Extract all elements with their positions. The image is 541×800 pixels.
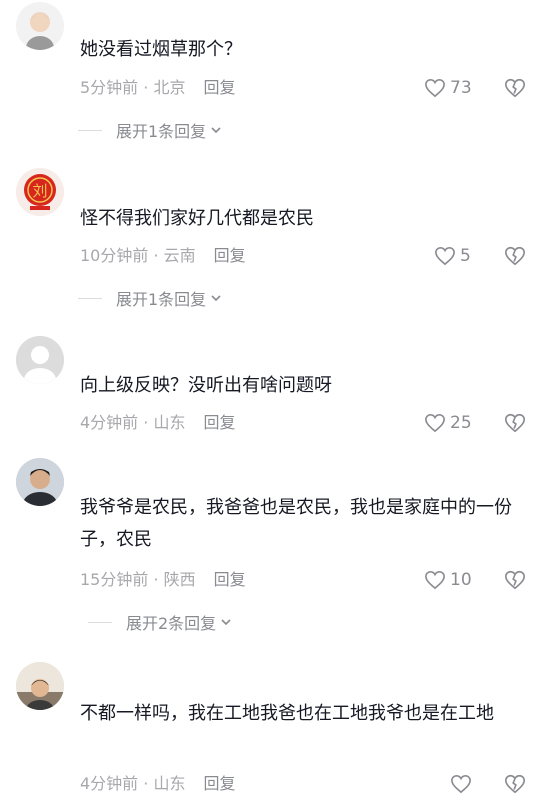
comment-text: 怪不得我们家好几代都是农民 <box>80 208 314 229</box>
like-count: 10 <box>450 570 472 590</box>
broken-heart-icon[interactable] <box>504 77 526 99</box>
expand-replies-label: 展开2条回复 <box>126 614 217 633</box>
chevron-down-icon <box>221 619 231 626</box>
like-button[interactable] <box>450 770 476 798</box>
comment-meta: 15分钟前 · 陕西 回复 <box>80 566 246 594</box>
heart-outline-icon <box>425 570 445 590</box>
expand-replies-button[interactable]: 展开1条回复 <box>78 286 222 310</box>
expand-replies-button[interactable]: 展开2条回复 <box>88 610 232 634</box>
expand-replies-label: 展开1条回复 <box>116 122 207 141</box>
broken-heart-icon[interactable] <box>504 412 526 434</box>
like-button[interactable]: 5 <box>434 242 471 270</box>
reply-button[interactable]: 回复 <box>203 78 235 97</box>
comment-text: 向上级反映？没听出有啥问题呀 <box>80 375 332 396</box>
avatar[interactable] <box>16 458 64 506</box>
divider <box>88 621 112 623</box>
comment-text: 不都一样吗，我在工地我爸也在工地我爷也是在工地 <box>80 703 494 724</box>
avatar[interactable] <box>16 662 64 710</box>
comment-time-location: 4分钟前 · 山东 <box>80 774 186 793</box>
avatar-glyph: 刘 <box>32 182 47 200</box>
like-count: 73 <box>450 78 472 98</box>
expand-replies-button[interactable]: 展开1条回复 <box>78 118 222 142</box>
reply-button[interactable]: 回复 <box>203 413 235 432</box>
divider <box>78 129 102 131</box>
comment-text: 我爷爷是农民，我爸爸也是农民，我也是家庭中的一份子，农民 <box>80 497 512 550</box>
reply-button[interactable]: 回复 <box>214 570 246 589</box>
comment-meta: 4分钟前 · 山东 回复 <box>80 770 235 798</box>
reply-button[interactable]: 回复 <box>203 774 235 793</box>
chevron-down-icon <box>211 127 221 134</box>
avatar[interactable] <box>16 2 64 50</box>
avatar[interactable] <box>16 336 64 384</box>
comment-text: 她没看过烟草那个？ <box>80 39 242 60</box>
like-count: 25 <box>450 413 472 433</box>
broken-heart-icon[interactable] <box>504 773 526 795</box>
like-count: 5 <box>460 246 471 266</box>
heart-outline-icon <box>451 774 471 794</box>
comment-time-location: 5分钟前 · 北京 <box>80 78 186 97</box>
comment-time-location: 4分钟前 · 山东 <box>80 413 186 432</box>
comment-meta: 10分钟前 · 云南 回复 <box>80 242 246 270</box>
like-button[interactable]: 10 <box>424 566 472 594</box>
like-button[interactable]: 25 <box>424 409 472 437</box>
heart-outline-icon <box>425 78 445 98</box>
broken-heart-icon[interactable] <box>504 569 526 591</box>
comment-time-location: 15分钟前 · 陕西 <box>80 570 196 589</box>
like-button[interactable]: 73 <box>424 74 472 102</box>
heart-outline-icon <box>435 246 455 266</box>
chevron-down-icon <box>211 295 221 302</box>
avatar[interactable]: 刘 <box>16 168 64 216</box>
comment-meta: 4分钟前 · 山东 回复 <box>80 409 235 437</box>
expand-replies-label: 展开1条回复 <box>116 290 207 309</box>
reply-button[interactable]: 回复 <box>214 246 246 265</box>
comment-meta: 5分钟前 · 北京 回复 <box>80 74 235 102</box>
comment-time-location: 10分钟前 · 云南 <box>80 246 196 265</box>
broken-heart-icon[interactable] <box>504 245 526 267</box>
heart-outline-icon <box>425 413 445 433</box>
divider <box>78 297 102 299</box>
